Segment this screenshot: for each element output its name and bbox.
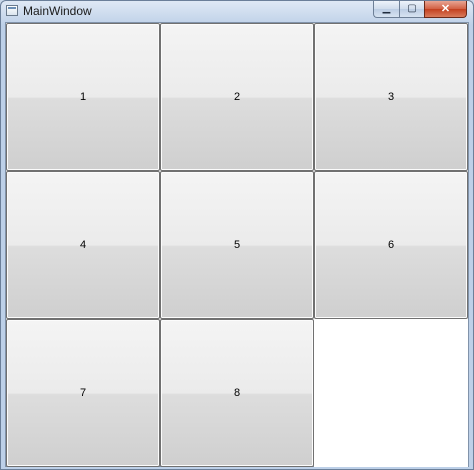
tile-button-7[interactable]: 7 [6, 319, 160, 467]
maximize-button[interactable]: ▢ [399, 1, 424, 18]
tile-button-1[interactable]: 1 [6, 23, 160, 171]
main-window: MainWindow ▁ ▢ ✕ 1 2 3 4 5 6 7 8 [0, 0, 474, 470]
tile-button-8[interactable]: 8 [160, 319, 314, 467]
window-title: MainWindow [23, 4, 92, 18]
title-bar[interactable]: MainWindow ▁ ▢ ✕ [1, 1, 473, 21]
tile-grid: 1 2 3 4 5 6 7 8 [6, 23, 468, 467]
empty-tile-slot[interactable] [314, 319, 468, 467]
close-icon: ✕ [440, 3, 451, 15]
tile-button-5[interactable]: 5 [160, 171, 314, 319]
tile-button-4[interactable]: 4 [6, 171, 160, 319]
minimize-button[interactable]: ▁ [373, 1, 399, 18]
tile-button-6[interactable]: 6 [314, 171, 468, 319]
maximize-icon: ▢ [407, 3, 417, 14]
minimize-icon: ▁ [382, 3, 391, 14]
window-icon[interactable] [6, 5, 18, 16]
tile-button-2[interactable]: 2 [160, 23, 314, 171]
close-button[interactable]: ✕ [424, 1, 467, 18]
tile-button-3[interactable]: 3 [314, 23, 468, 171]
client-area: 1 2 3 4 5 6 7 8 [5, 22, 469, 467]
caption-buttons: ▁ ▢ ✕ [373, 1, 467, 19]
